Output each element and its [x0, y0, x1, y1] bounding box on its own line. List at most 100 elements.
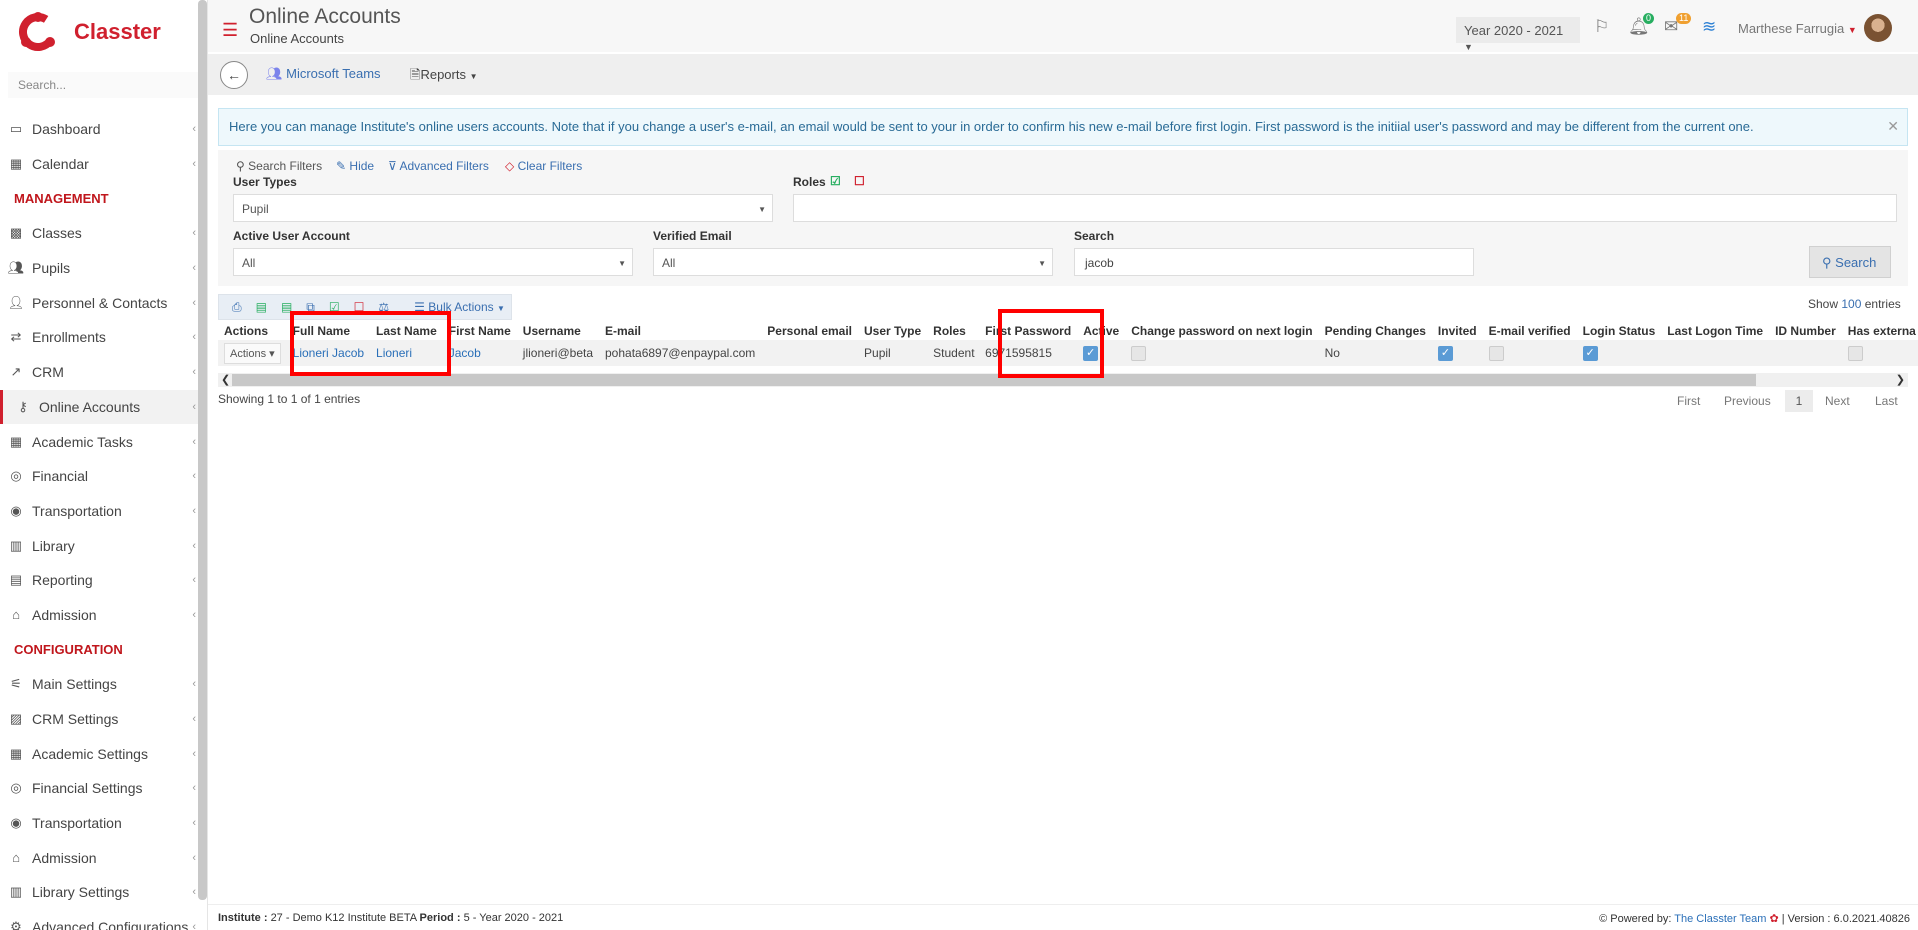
sidebar-item-classes[interactable]: ▩ Classes ‹	[0, 216, 198, 251]
column-header-change-password-on-next-login[interactable]: Change password on next login	[1125, 322, 1318, 340]
year-selector-label: Year 2020 - 2021	[1464, 23, 1564, 38]
column-header-personal-email[interactable]: Personal email	[761, 322, 858, 340]
period-value: 5 - Year 2020 - 2021	[463, 912, 564, 924]
column-header-last-logon-time[interactable]: Last Logon Time	[1661, 322, 1769, 340]
chevron-left-icon: ‹	[192, 747, 196, 760]
user-menu[interactable]: Marthese Farrugia ▼	[1738, 21, 1857, 36]
sidebar-item-financial[interactable]: ◎ Financial ‹	[0, 459, 198, 494]
sidebar-item-academic-tasks[interactable]: ▦ Academic Tasks ‹	[0, 424, 198, 459]
sidebar-item-admission[interactable]: ⌂ Admission ‹	[0, 598, 198, 633]
powered-by-link[interactable]: The Classter Team	[1674, 913, 1766, 925]
section-title-management: MANAGEMENT	[14, 191, 109, 207]
avatar[interactable]	[1864, 14, 1892, 42]
search-input[interactable]: jacob	[1074, 248, 1474, 276]
hide-filters-link[interactable]: ✎ Hide	[336, 159, 374, 173]
sidebar-item-label: Financial Settings	[32, 780, 143, 797]
sidebar-item-advanced-configurations[interactable]: ⚙ Advanced Configurations ‹	[0, 910, 198, 930]
chevron-left-icon: ‹	[192, 678, 196, 691]
microsoft-teams-label: Microsoft Teams	[286, 66, 381, 81]
show-entries-count[interactable]: 100	[1841, 297, 1861, 311]
advanced-filters-link[interactable]: ⊽ Advanced Filters	[388, 159, 489, 173]
sidebar-scrollbar[interactable]	[198, 0, 207, 900]
sidebar-item-reporting[interactable]: ▤ Reporting ‹	[0, 563, 198, 598]
has-external-checkbox[interactable]	[1847, 345, 1863, 361]
show-entries: Show 100 entries	[1808, 297, 1901, 311]
pager-last[interactable]: Last	[1875, 394, 1898, 408]
chevron-down-icon: ▼	[1847, 25, 1857, 35]
column-header-roles[interactable]: Roles	[927, 322, 979, 340]
search-filters-toggle[interactable]: ⚲ Search Filters	[236, 159, 322, 173]
email-verified-checkbox[interactable]	[1488, 345, 1504, 361]
classter-logo[interactable]: Classter	[18, 10, 161, 54]
clear-roles-icon[interactable]: ☐	[854, 174, 865, 188]
sidebar-search-input[interactable]: Search...	[8, 72, 198, 98]
year-selector[interactable]: Year 2020 - 2021 ▼	[1456, 17, 1580, 52]
sidebar-item-crm-settings[interactable]: ▨ CRM Settings ‹	[0, 702, 198, 737]
sidebar-item-library-settings[interactable]: ▥ Library Settings ‹	[0, 875, 198, 910]
column-header-first-name[interactable]: First Name	[443, 322, 517, 340]
sidebar-item-enrollments[interactable]: ⇄ Enrollments ‹	[0, 320, 198, 355]
scroll-right-icon[interactable]: ❯	[1896, 373, 1905, 386]
menu-toggle-icon[interactable]: ☰	[222, 20, 238, 41]
sidebar-item-library[interactable]: ▥ Library ‹	[0, 528, 198, 563]
change-password-checkbox[interactable]	[1131, 345, 1147, 361]
column-header-id-number[interactable]: ID Number	[1769, 322, 1842, 340]
chevron-left-icon: ‹	[192, 608, 196, 621]
column-header-e-mail[interactable]: E-mail	[599, 322, 761, 340]
search-icon: ⚲	[1822, 255, 1832, 270]
column-header-has-externa[interactable]: Has externa	[1842, 322, 1918, 340]
login-status-checkbox[interactable]: ✓	[1582, 345, 1598, 361]
scrollbar-thumb[interactable]	[232, 374, 1756, 386]
pager-first[interactable]: First	[1677, 394, 1700, 408]
print-icon[interactable]: ⎙	[232, 300, 242, 315]
reports-dropdown[interactable]: 🗎Reports ▼	[410, 66, 478, 88]
column-header-actions[interactable]: Actions	[218, 322, 287, 340]
back-button[interactable]: ←	[220, 61, 248, 89]
chevron-left-icon: ‹	[192, 366, 196, 379]
report-icon: ▤	[9, 572, 23, 588]
first-name-link[interactable]: Jacob	[442, 340, 517, 366]
sidebar-item-calendar[interactable]: ▦ Calendar ‹	[0, 147, 198, 182]
sidebar-item-admission[interactable]: ⌂ Admission ‹	[0, 840, 198, 875]
column-header-username[interactable]: Username	[517, 322, 599, 340]
sidebar-item-transportation[interactable]: ◉ Transportation ‹	[0, 806, 198, 841]
export-excel-icon[interactable]: ▤	[256, 300, 267, 314]
chevron-left-icon: ‹	[192, 123, 196, 136]
select-all-roles-icon[interactable]: ☑	[830, 174, 841, 188]
layers-icon[interactable]: ≋	[1702, 17, 1716, 37]
sidebar-item-pupils[interactable]: 👥︎ Pupils ‹	[0, 251, 198, 286]
sidebar-item-personnel-contacts[interactable]: 👤︎ Personnel & Contacts ‹	[0, 285, 198, 320]
sidebar-item-dashboard[interactable]: ▭ Dashboard ‹	[0, 112, 198, 147]
clear-filters-label: Clear Filters	[517, 159, 583, 173]
eraser-icon: ◇	[505, 159, 515, 173]
sidebar-item-label: Classes	[32, 225, 82, 242]
column-header-invited[interactable]: Invited	[1432, 322, 1483, 340]
pager-previous[interactable]: Previous	[1724, 394, 1771, 408]
pager-current-page[interactable]: 1	[1785, 390, 1813, 412]
pager-next[interactable]: Next	[1825, 394, 1850, 408]
sidebar-item-financial-settings[interactable]: ◎ Financial Settings ‹	[0, 771, 198, 806]
sidebar-item-transportation[interactable]: ◉ Transportation ‹	[0, 494, 198, 529]
user-types-select[interactable]: Pupil ▼	[233, 194, 773, 222]
microsoft-teams-button[interactable]: 👥︎ Microsoft Teams	[266, 66, 381, 82]
clear-filters-link[interactable]: ◇ Clear Filters	[505, 159, 582, 173]
invited-checkbox[interactable]: ✓	[1437, 345, 1453, 361]
column-header-e-mail-verified[interactable]: E-mail verified	[1483, 322, 1577, 340]
search-label: Search	[1074, 229, 1115, 243]
sidebar-item-main-settings[interactable]: ⚟ Main Settings ‹	[0, 667, 198, 702]
column-header-pending-changes[interactable]: Pending Changes	[1319, 322, 1432, 340]
row-actions-dropdown[interactable]: Actions ▾	[224, 342, 281, 364]
search-button[interactable]: ⚲ Search	[1809, 246, 1891, 278]
messages-badge: 11	[1676, 13, 1692, 24]
scroll-left-icon[interactable]: ❮	[221, 373, 230, 386]
sidebar-item-crm[interactable]: ↗ CRM ‹	[0, 355, 198, 390]
sidebar-item-academic-settings[interactable]: ▦ Academic Settings ‹	[0, 736, 198, 771]
column-header-user-type[interactable]: User Type	[858, 322, 927, 340]
sidebar-item-online-accounts[interactable]: ⚷ Online Accounts ‹	[0, 389, 198, 425]
column-header-login-status[interactable]: Login Status	[1577, 322, 1662, 340]
active-user-account-select[interactable]: All ▼	[233, 248, 633, 276]
close-icon[interactable]: ✕	[1887, 118, 1899, 135]
roles-input[interactable]	[793, 194, 1897, 222]
flag-icon[interactable]: ⚐	[1594, 17, 1609, 37]
verified-email-select[interactable]: All ▼	[653, 248, 1053, 276]
